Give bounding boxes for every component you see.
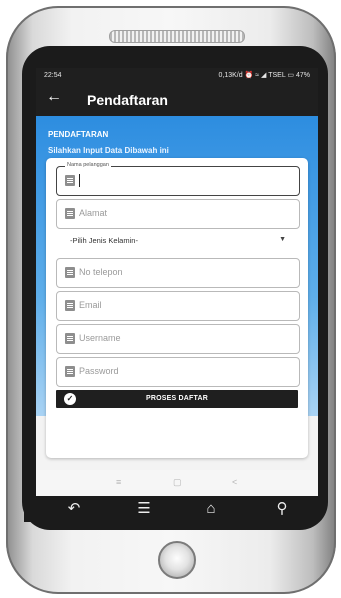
jenis-kelamin-select[interactable]: -Pilih Jenis Kelamin- ▼ [56, 231, 298, 253]
search-key-icon[interactable]: ⚲ [262, 496, 302, 522]
section-subtitle: Silahkan Input Data Dibawah ini [48, 146, 169, 155]
home-nav-icon[interactable]: ▢ [173, 477, 182, 488]
text-cursor [79, 174, 80, 187]
home-button[interactable] [158, 541, 196, 579]
telepon-field[interactable]: No telepon [56, 258, 300, 288]
proses-daftar-button[interactable]: ✓ PROSES DAFTAR [56, 390, 298, 408]
alamat-field[interactable]: Alamat [56, 199, 300, 229]
registration-form: Nama pelanggan Alamat -Pilih Jenis Kelam… [46, 158, 308, 458]
username-field[interactable]: Username [56, 324, 300, 354]
recents-icon[interactable]: ≡ [116, 477, 121, 487]
back-nav-icon[interactable]: < [232, 477, 237, 487]
telepon-placeholder: No telepon [79, 267, 123, 277]
status-bar: 22:54 0,13K/d ⏰ ≈ ◢ TSEL ▭ 47% [36, 68, 318, 84]
app-bar: ← Pendaftaran [36, 84, 318, 116]
password-field[interactable]: Password [56, 357, 300, 387]
nama-pelanggan-label: Nama pelanggan [65, 162, 111, 168]
clipboard-icon [65, 300, 75, 311]
jenis-kelamin-value: -Pilih Jenis Kelamin- [70, 236, 138, 245]
alamat-placeholder: Alamat [79, 208, 108, 218]
clipboard-icon [65, 208, 75, 219]
menu-key-icon[interactable]: ☰ [124, 496, 164, 522]
nama-pelanggan-field[interactable]: Nama pelanggan [56, 162, 300, 196]
clipboard-icon [65, 333, 75, 344]
clipboard-icon [65, 175, 75, 186]
home-key-icon[interactable]: ⌂ [191, 496, 231, 522]
clipboard-icon [65, 267, 75, 278]
email-placeholder: Email [79, 300, 102, 310]
status-indicators: 0,13K/d ⏰ ≈ ◢ TSEL ▭ 47% [218, 72, 311, 79]
page-title: Pendaftaran [87, 92, 168, 108]
speaker-grille [109, 30, 245, 43]
clipboard-icon [65, 366, 75, 377]
system-nav-bar: ≡ ▢ < [36, 470, 318, 496]
back-key-icon[interactable]: ↶ [54, 496, 94, 522]
dropdown-arrow-icon: ▼ [279, 236, 286, 243]
hardware-key-row: ↶ ☰ ⌂ ⚲ [24, 496, 318, 522]
status-time: 22:54 [44, 72, 62, 79]
username-placeholder: Username [79, 333, 121, 343]
back-arrow-icon[interactable]: ← [46, 88, 62, 106]
password-placeholder: Password [79, 366, 119, 376]
device-screen: 22:54 0,13K/d ⏰ ≈ ◢ TSEL ▭ 47% ← Pendaft… [36, 68, 318, 496]
proses-daftar-label: PROSES DAFTAR [146, 395, 208, 402]
email-field[interactable]: Email [56, 291, 300, 321]
section-title: PENDAFTARAN [48, 130, 109, 139]
